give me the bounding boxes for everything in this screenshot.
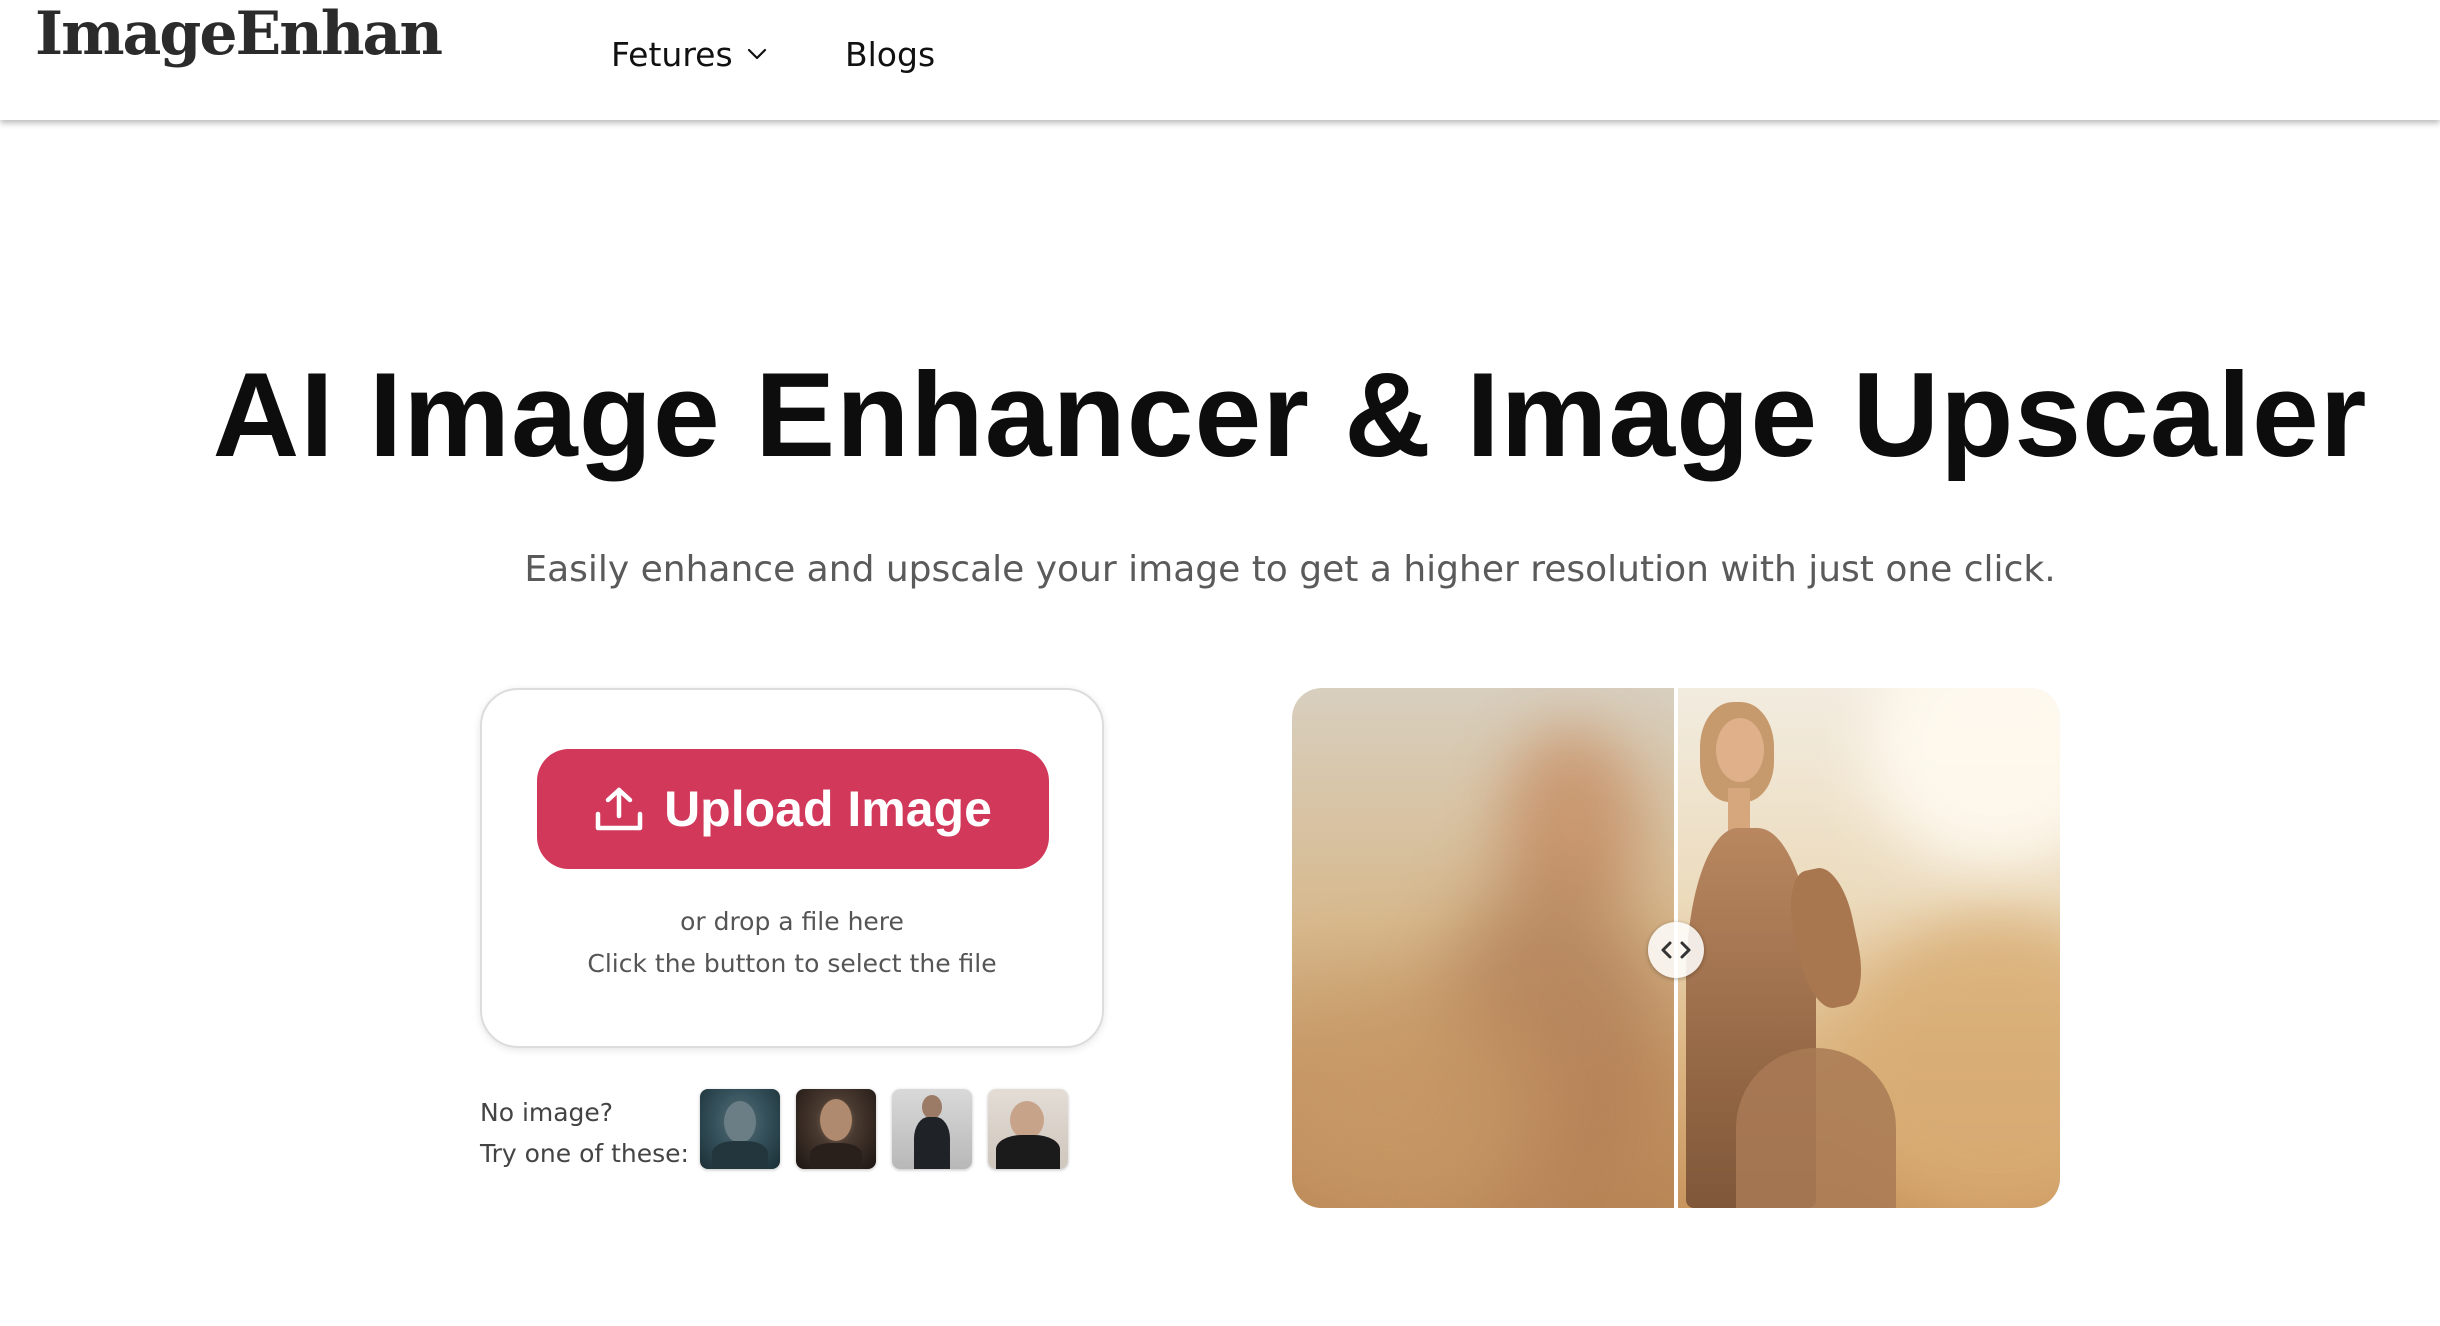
samples-label: No image? Try one of these: [480,1092,689,1174]
nav-blogs[interactable]: Blogs [845,30,935,78]
chevron-down-icon [747,48,767,60]
sample-image-1[interactable] [700,1089,780,1169]
page-subtitle: Easily enhance and upscale your image to… [524,549,2056,590]
upload-icon [594,786,644,832]
nav-features-label: Fetures [611,34,733,74]
site-header: ImageEnhan Fetures Blogs [0,0,2440,120]
upload-image-button[interactable]: Upload Image [537,749,1049,869]
upload-dropzone[interactable]: Upload Image or drop a file here Click t… [480,688,1104,1048]
samples-label-line1: No image? [480,1098,614,1127]
sample-image-4[interactable] [988,1089,1068,1169]
nav-blogs-label: Blogs [845,34,936,74]
after-image [1676,688,2060,1208]
select-hint: Click the button to select the file [587,949,997,978]
sample-image-2[interactable] [796,1089,876,1169]
nav-features[interactable]: Fetures [611,30,767,78]
before-image [1292,688,1676,1208]
drop-hint: or drop a file here [680,907,904,936]
logo[interactable]: ImageEnhan [35,4,443,64]
upload-button-label: Upload Image [664,781,992,837]
page-title: AI Image Enhancer & Image Upscaler [212,348,2368,482]
samples-label-line2: Try one of these: [480,1139,689,1168]
sample-image-3[interactable] [892,1089,972,1169]
before-after-comparison[interactable] [1292,688,2060,1208]
compare-arrows-icon[interactable] [1648,922,1704,978]
